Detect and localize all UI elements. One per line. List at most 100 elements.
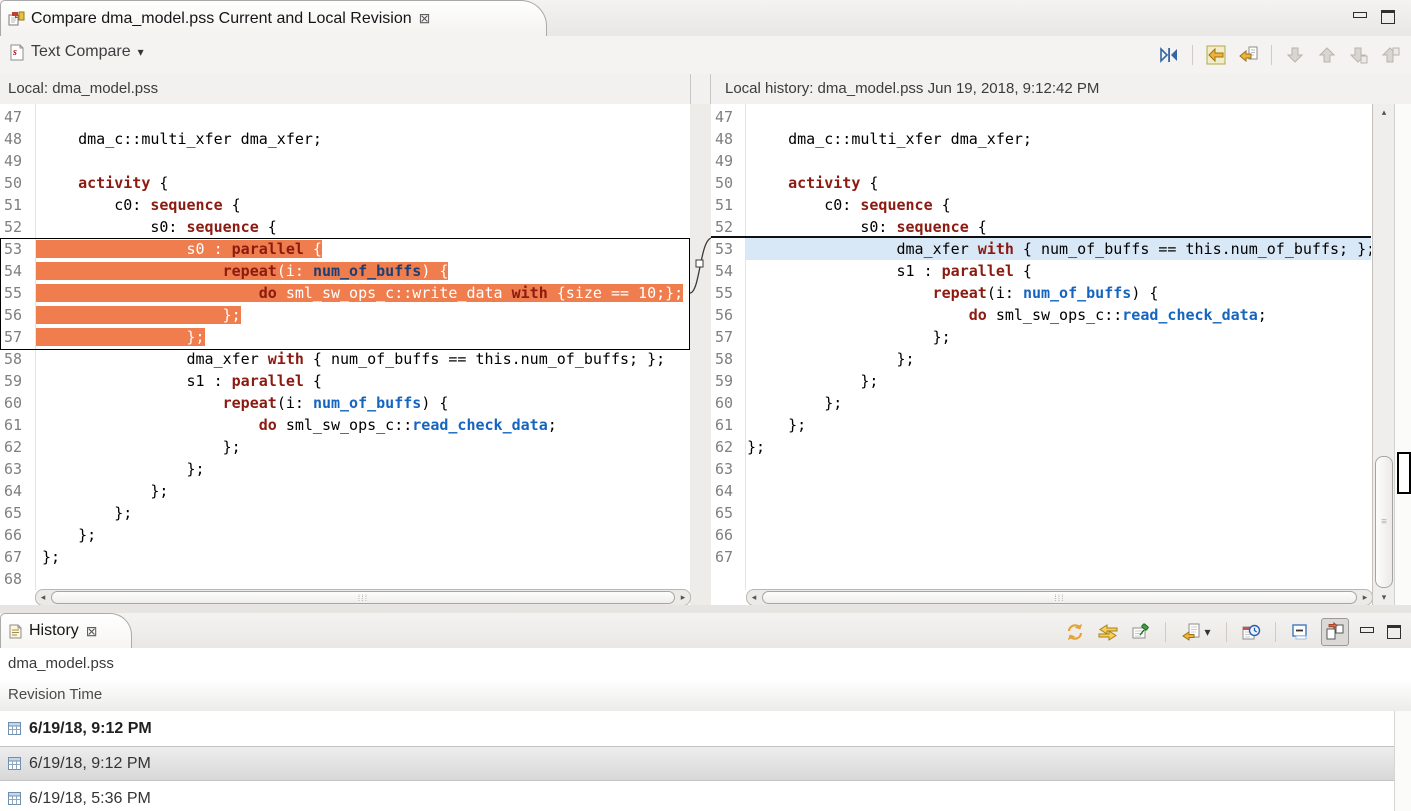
left-hscroll-thumb[interactable]: ⁞⁞⁞ [51,591,675,604]
line-number: 54 [711,260,745,282]
orange-diff-highlight: do sml_sw_ops_c::write_data with {size =… [36,284,683,302]
code-line: s1 : parallel { [36,370,690,392]
line-number: 67 [711,546,745,568]
line-number: 54 [0,260,35,282]
code-line: }; [36,502,690,524]
line-number: 49 [711,150,745,172]
compare-mode-selector[interactable]: s Text Compare ▾ [10,43,144,61]
line-number: 50 [0,172,35,194]
history-maximize-button[interactable] [1385,624,1403,640]
chevron-down-icon[interactable]: ▾ [138,45,144,59]
group-revisions-button[interactable]: ▾ [1178,620,1214,644]
left-compare-pane[interactable]: 4748495051525354555657585960616263646566… [0,104,690,590]
code-line: }; [36,480,690,502]
revision-time-column-header[interactable]: Revision Time [0,680,1411,712]
compare-editor-window: Compare dma_model.pss Current and Local … [0,0,1411,811]
vscroll-thumb[interactable]: ≡ [1375,456,1393,588]
code-line [36,106,690,128]
line-number: 48 [711,128,745,150]
left-code-editor[interactable]: dma_c::multi_xfer dma_xfer; activity { c… [36,104,690,590]
tab-history[interactable]: History ⊠ [0,613,132,648]
scroll-right-arrow-icon[interactable]: ▸ [1358,590,1372,605]
editor-maximize-button[interactable] [1379,9,1397,25]
previous-difference-button[interactable] [1315,43,1339,67]
right-compare-pane[interactable]: 4748495051525354555657585960616263646566… [711,104,1371,590]
link-with-editor-button[interactable] [1096,620,1120,644]
pin-view-button[interactable] [1129,620,1153,644]
compare-toolbar: s Text Compare ▾ [0,36,1411,74]
left-horizontal-scrollbar[interactable]: ◂ ⁞⁞⁞ ▸ [35,589,691,606]
history-scrollbar-track[interactable] [1394,711,1411,811]
line-number: 62 [711,436,745,458]
collapse-all-button[interactable] [1288,620,1312,644]
code-line [746,524,1371,546]
compare-mode-label: Text Compare [31,43,131,61]
scroll-up-arrow-icon[interactable]: ▴ [1373,105,1395,119]
line-number: 55 [0,282,35,304]
toolbar-separator [1271,45,1272,65]
line-number: 58 [711,348,745,370]
revision-list[interactable]: 6/19/18, 9:12 PM 6/19/18, 9:12 PM 6/19/1… [0,711,1394,811]
line-number: 62 [0,436,35,458]
next-difference-button[interactable] [1283,43,1307,67]
right-horizontal-scrollbar[interactable]: ◂ ⁞⁞⁞ ▸ [746,589,1373,606]
line-number: 58 [0,348,35,370]
code-line [746,502,1371,524]
editor-tabbar: Compare dma_model.pss Current and Local … [0,0,1411,37]
left-line-number-gutter: 4748495051525354555657585960616263646566… [0,104,36,590]
scroll-right-arrow-icon[interactable]: ▸ [676,590,690,605]
refresh-button[interactable] [1063,620,1087,644]
vertical-scrollbar[interactable]: ▴ ≡ ▾ [1372,104,1396,605]
editor-minimize-button[interactable] [1351,9,1369,25]
code-line: do sml_sw_ops_c::read_check_data; [746,304,1371,326]
pane-headers: Local: dma_model.pss Local history: dma_… [0,74,1411,105]
revision-icon [8,722,21,735]
show-time-mode-button[interactable] [1239,620,1263,644]
history-revision-row[interactable]: 6/19/18, 9:12 PM [0,746,1394,781]
diff-overview-ruler[interactable] [1394,104,1411,605]
scroll-left-arrow-icon[interactable]: ◂ [747,590,761,605]
scroll-down-arrow-icon[interactable]: ▾ [1373,590,1395,604]
right-code-editor[interactable]: dma_c::multi_xfer dma_xfer; activity { c… [746,104,1371,590]
tab-compare-editor[interactable]: Compare dma_model.pss Current and Local … [0,0,547,36]
left-pane-title: Local: dma_model.pss [8,80,158,97]
line-number: 63 [0,458,35,480]
code-line: dma_c::multi_xfer dma_xfer; [746,128,1371,150]
diff-overview-marker[interactable] [1397,452,1411,494]
revision-time-label: 6/19/18, 9:12 PM [29,755,151,773]
editor-tab-title: Compare dma_model.pss Current and Local … [31,10,412,28]
previous-change-button[interactable] [1379,43,1403,67]
right-hscroll-thumb[interactable]: ⁞⁞⁞ [762,591,1357,604]
compare-mode-toggle-button[interactable] [1321,618,1349,646]
swap-left-right-button[interactable] [1157,43,1181,67]
code-line: }; [746,436,1371,458]
code-line: }; [36,458,690,480]
line-number: 56 [0,304,35,326]
history-revision-row[interactable]: 6/19/18, 5:36 PM [0,781,1394,811]
line-number: 65 [711,502,745,524]
copy-all-right-to-left-button[interactable] [1204,43,1228,67]
code-line: do sml_sw_ops_c::read_check_data; [36,414,690,436]
editor-tab-close-icon[interactable]: ⊠ [419,10,431,27]
line-number: 47 [0,106,35,128]
line-number: 60 [711,392,745,414]
history-view-icon [9,624,22,639]
revision-time-label: 6/19/18, 9:12 PM [29,720,152,738]
code-line: s0: sequence { [746,216,1371,238]
next-change-button[interactable] [1347,43,1371,67]
line-number: 64 [0,480,35,502]
history-tab-close-icon[interactable]: ⊠ [86,623,98,640]
history-minimize-button[interactable] [1358,624,1376,640]
line-number: 53 [0,238,35,260]
chevron-down-icon[interactable]: ▾ [1204,625,1210,639]
copy-current-right-to-left-button[interactable] [1236,43,1260,67]
code-line: }; [746,326,1371,348]
history-revision-row[interactable]: 6/19/18, 9:12 PM [0,711,1394,746]
line-number: 64 [711,480,745,502]
revision-icon [8,792,21,805]
panel-sash[interactable] [0,605,1411,613]
right-line-number-gutter: 4748495051525354555657585960616263646566… [711,104,746,590]
scroll-left-arrow-icon[interactable]: ◂ [36,590,50,605]
code-line: activity { [746,172,1371,194]
line-number: 66 [711,524,745,546]
